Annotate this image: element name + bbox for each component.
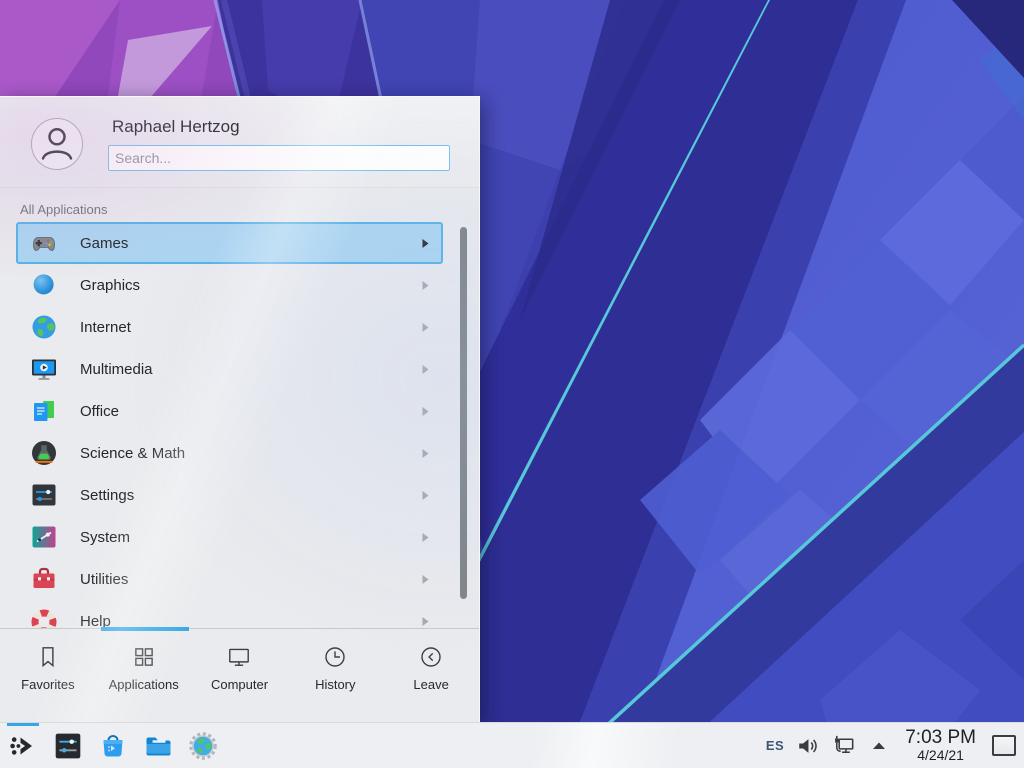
keyboard-layout-indicator[interactable]: ES <box>766 738 784 753</box>
category-label: Office <box>80 403 119 420</box>
user-name: Raphael Hertzog <box>112 117 240 137</box>
category-label: Settings <box>80 487 134 504</box>
web-browser-launcher[interactable] <box>188 731 218 761</box>
expand-tray-arrow-icon[interactable] <box>869 736 889 756</box>
clock[interactable]: 7:03 PM 4/24/21 <box>905 728 976 763</box>
leave-icon <box>418 644 444 670</box>
computer-icon <box>226 644 252 670</box>
clock-time: 7:03 PM <box>905 728 976 748</box>
section-label: All Applications <box>20 202 479 216</box>
system-icon <box>30 523 58 551</box>
utilities-icon <box>30 565 58 593</box>
submenu-arrow-icon <box>421 574 430 585</box>
discover-icon <box>98 731 128 761</box>
submenu-arrow-icon <box>421 364 430 375</box>
science-icon <box>30 439 58 467</box>
file-manager-launcher[interactable] <box>143 731 173 761</box>
internet-icon <box>30 313 58 341</box>
category-list: Games Graphics Internet Multimedia Office Sci… <box>0 222 479 628</box>
show-desktop-button[interactable] <box>992 735 1016 756</box>
category-label: Science & Math <box>80 445 185 462</box>
tab-label: Favorites <box>21 677 74 692</box>
category-graphics[interactable]: Graphics <box>16 264 443 306</box>
user-avatar[interactable] <box>31 118 83 170</box>
kickoff-launcher[interactable] <box>8 731 38 761</box>
category-label: Graphics <box>80 277 140 294</box>
tab-label: History <box>315 677 355 692</box>
category-internet[interactable]: Internet <box>16 306 443 348</box>
browser-icon <box>188 731 218 761</box>
games-icon <box>30 229 58 257</box>
folder-icon <box>143 731 173 761</box>
category-science-math[interactable]: Science & Math <box>16 432 443 474</box>
taskbar-launchers <box>8 731 218 761</box>
category-multimedia[interactable]: Multimedia <box>16 348 443 390</box>
launcher-header: Raphael Hertzog <box>0 97 479 188</box>
tab-leave[interactable]: Leave <box>383 629 479 722</box>
tab-applications[interactable]: Applications <box>96 629 192 722</box>
category-help[interactable]: Help <box>16 600 443 628</box>
system-settings-icon <box>53 731 83 761</box>
category-label: Games <box>80 235 128 252</box>
help-icon <box>30 607 58 628</box>
scrollbar[interactable] <box>460 227 467 599</box>
submenu-arrow-icon <box>421 280 430 291</box>
tab-computer[interactable]: Computer <box>192 629 288 722</box>
applications-icon <box>131 644 157 670</box>
system-settings-launcher[interactable] <box>53 731 83 761</box>
category-games[interactable]: Games <box>16 222 443 264</box>
category-label: Utilities <box>80 571 128 588</box>
tab-history[interactable]: History <box>287 629 383 722</box>
submenu-arrow-icon <box>421 238 430 249</box>
submenu-arrow-icon <box>421 448 430 459</box>
launcher-tabbar: Favorites Applications Computer History Leav… <box>0 628 479 722</box>
submenu-arrow-icon <box>421 616 430 627</box>
tab-label: Leave <box>413 677 448 692</box>
discover-launcher[interactable] <box>98 731 128 761</box>
category-label: Multimedia <box>80 361 153 378</box>
network-icon[interactable] <box>832 733 857 758</box>
history-icon <box>322 644 348 670</box>
category-system[interactable]: System <box>16 516 443 558</box>
taskbar: ES 7:03 PM 4/24/21 <box>0 722 1024 768</box>
category-utilities[interactable]: Utilities <box>16 558 443 600</box>
category-label: System <box>80 529 130 546</box>
clock-date: 4/24/21 <box>905 748 976 763</box>
graphics-icon <box>30 271 58 299</box>
category-label: Internet <box>80 319 131 336</box>
tab-favorites[interactable]: Favorites <box>0 629 96 722</box>
multimedia-icon <box>30 355 58 383</box>
submenu-arrow-icon <box>421 532 430 543</box>
user-icon <box>32 119 82 169</box>
favorites-icon <box>35 644 61 670</box>
submenu-arrow-icon <box>421 322 430 333</box>
kickoff-icon <box>8 731 38 761</box>
volume-icon[interactable] <box>796 734 820 758</box>
active-tab-indicator <box>101 627 189 631</box>
submenu-arrow-icon <box>421 490 430 501</box>
submenu-arrow-icon <box>421 406 430 417</box>
system-tray: ES 7:03 PM 4/24/21 <box>766 728 1016 763</box>
category-settings[interactable]: Settings <box>16 474 443 516</box>
tab-label: Applications <box>109 677 179 692</box>
category-label: Help <box>80 613 111 629</box>
category-office[interactable]: Office <box>16 390 443 432</box>
office-icon <box>30 397 58 425</box>
tab-label: Computer <box>211 677 268 692</box>
search-input[interactable] <box>108 145 450 171</box>
application-launcher-popup: Raphael Hertzog All Applications Games Gr… <box>0 96 480 722</box>
settings-icon <box>30 481 58 509</box>
